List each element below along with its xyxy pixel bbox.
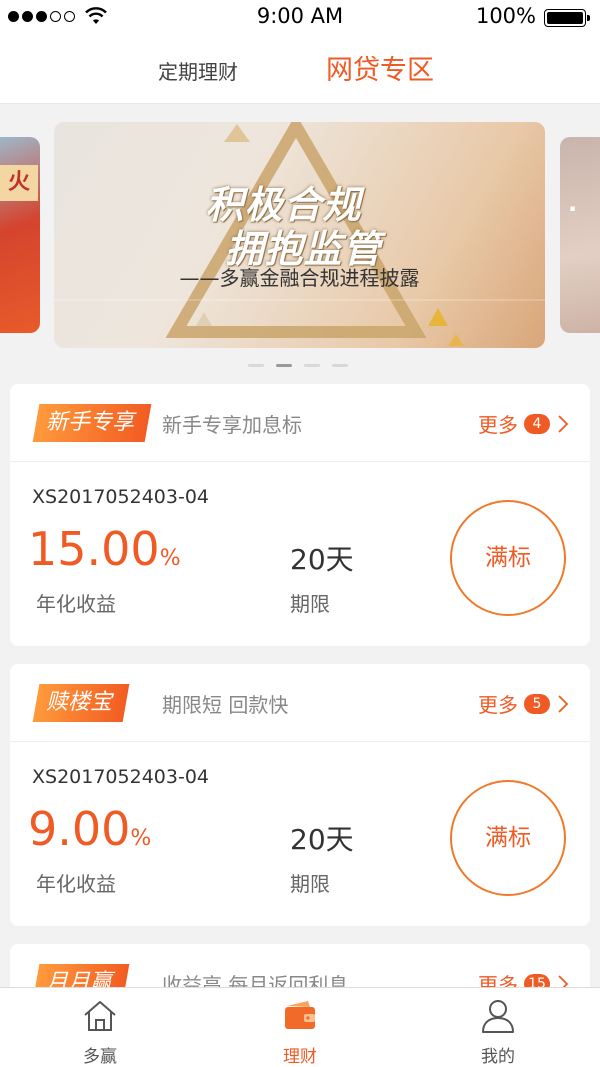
product-card-header: 新手专享 新手专享加息标 更多 4 [10,384,590,462]
status-bar: 9:00 AM 100% [0,0,600,34]
carousel-dot[interactable] [332,364,348,367]
banner-slide[interactable]: 积极合规 拥抱监管 ——多赢金融合规进程披露 [54,122,545,348]
more-count-badge: 5 [524,693,550,714]
bottom-nav: 多赢 理财 我的 [0,987,600,1067]
more-label: 更多 [478,413,518,437]
battery-icon [544,9,590,27]
sold-out-button[interactable]: 满标 [450,780,566,896]
product-card-newbie: 新手专享 新手专享加息标 更多 4 XS2017052403-04 15.00%… [10,384,590,646]
product-code: XS2017052403-04 [32,486,209,508]
annual-rate: 15.00% [28,522,181,576]
term-value: 20天 [290,543,354,576]
chevron-right-icon [558,414,568,433]
chevron-right-icon [558,694,568,713]
product-badge: 新手专享 [32,404,152,442]
more-count-badge: 4 [524,413,550,434]
battery-percent: 100% [475,4,536,28]
more-link[interactable]: 更多 5 [478,689,568,718]
carousel-dot[interactable] [248,364,264,367]
annual-rate: 9.00% [28,802,152,856]
banner-peek-text-right: · [568,195,578,223]
annual-rate-label: 年化收益 [36,872,116,896]
more-label: 更多 [478,693,518,717]
nav-item-home[interactable]: 多赢 [40,988,160,1067]
nav-label: 我的 [481,1047,515,1067]
product-card-redemption: 赎楼宝 期限短 回款快 更多 5 XS2017052403-04 9.00% 年… [10,664,590,926]
product-description: 期限短 回款快 [162,693,289,717]
carousel-indicator [248,364,348,367]
sold-out-button[interactable]: 满标 [450,500,566,616]
more-link[interactable]: 更多 4 [478,409,568,438]
product-item[interactable]: XS2017052403-04 15.00% 年化收益 20天 期限 满标 [10,462,590,646]
product-item[interactable]: XS2017052403-04 9.00% 年化收益 20天 期限 满标 [10,742,590,926]
term-label: 期限 [290,592,330,616]
product-code: XS2017052403-04 [32,766,209,788]
banner-peek-text: 火 [0,165,38,201]
product-badge: 赎楼宝 [32,684,130,722]
tab-p2p-zone[interactable]: 网贷专区 [326,48,434,87]
carousel-dot[interactable] [304,364,320,367]
nav-label: 理财 [283,1047,317,1067]
tab-fixed-finance[interactable]: 定期理财 [158,56,238,85]
user-icon [482,1000,514,1033]
carousel-dot-active[interactable] [276,364,292,367]
banner-next-slide[interactable]: · [560,137,600,333]
annual-rate-label: 年化收益 [36,592,116,616]
product-card-header: 赎楼宝 期限短 回款快 更多 5 [10,664,590,742]
nav-item-finance[interactable]: 理财 [240,988,360,1067]
home-icon [84,1001,116,1031]
term-label: 期限 [290,872,330,896]
nav-label: 多赢 [83,1047,117,1067]
product-description: 新手专享加息标 [162,413,302,437]
nav-item-mine[interactable]: 我的 [438,988,558,1067]
banner-subtitle: ——多赢金融合规进程披露 [179,266,420,290]
banner-prev-slide[interactable]: 火 [0,137,40,333]
term-value: 20天 [290,823,354,856]
wallet-icon [285,1001,315,1029]
top-tab-bar: 定期理财 网贷专区 [0,34,600,104]
